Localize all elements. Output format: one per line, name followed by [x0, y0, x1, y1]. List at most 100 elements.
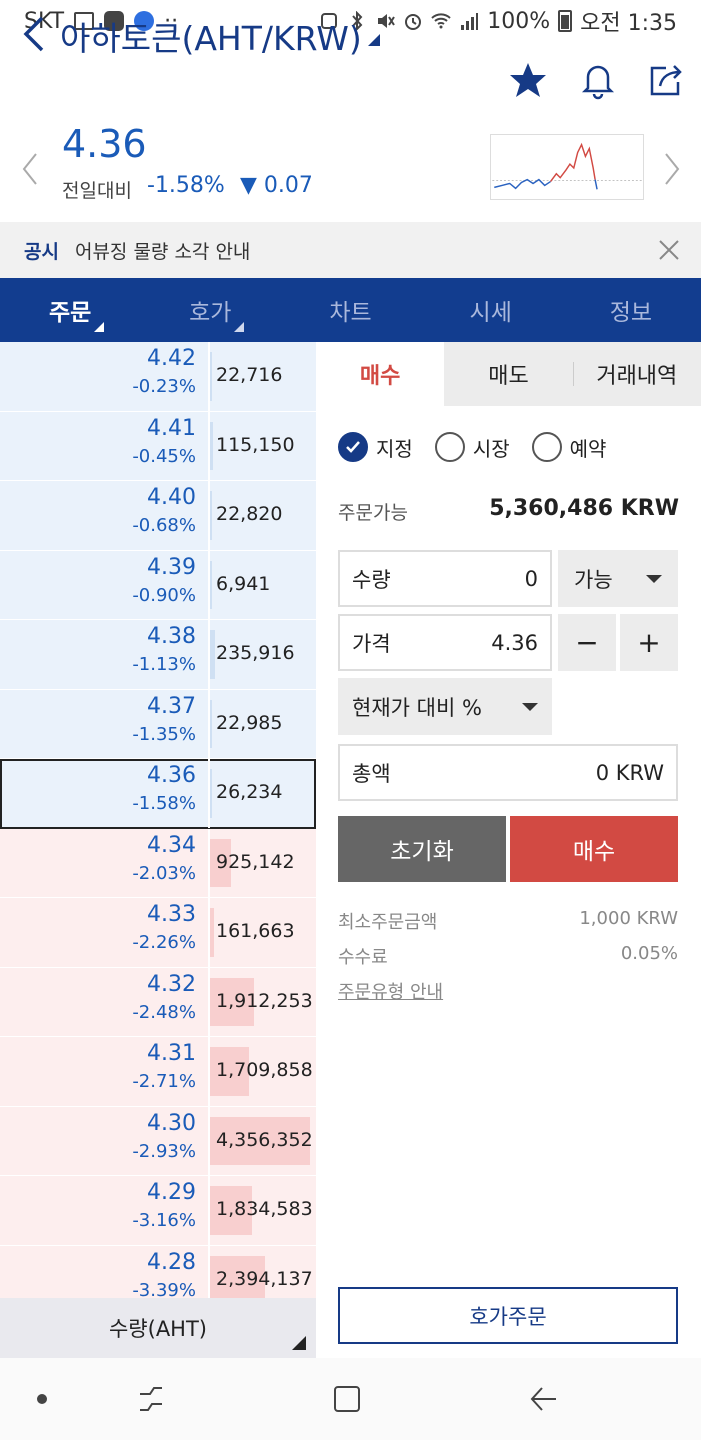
dot-icon[interactable] [27, 1384, 57, 1414]
percent-select[interactable]: 현재가 대비 % [338, 678, 552, 735]
orderbook-volume-cell[interactable]: 4,356,352 [210, 1107, 316, 1176]
orderbook-row[interactable]: 4.39 -0.90% 6,941 [0, 550, 316, 620]
fee-row: 수수료 0.05% [338, 943, 678, 968]
orderbook-volume-cell[interactable]: 1,834,583 [210, 1176, 316, 1245]
orderbook-row[interactable]: 4.42 -0.23% 22,716 [0, 342, 316, 412]
prev-coin-arrow-icon[interactable] [20, 152, 40, 186]
orderbook-volume-cell[interactable]: 6,941 [210, 551, 316, 620]
back-arrow-icon[interactable] [18, 14, 48, 54]
orderbook-price-cell[interactable]: 4.40 -0.68% [0, 481, 210, 550]
orderbook-volume-cell[interactable]: 161,663 [210, 898, 316, 967]
tab-order[interactable]: 주문 [0, 278, 140, 342]
wifi-icon [431, 13, 451, 29]
bell-icon[interactable] [578, 60, 618, 100]
radio-limit[interactable]: 지정 [338, 432, 413, 462]
orderbook-row[interactable]: 4.37 -1.35% 22,985 [0, 689, 316, 759]
radio-market[interactable]: 시장 [434, 432, 510, 462]
orderbook-price-cell[interactable]: 4.39 -0.90% [0, 550, 210, 619]
orderbook-price-cell[interactable]: 4.42 -0.23% [0, 342, 210, 411]
volume-depth-bar [210, 769, 212, 818]
orderbook-row[interactable]: 4.36 -1.58% 26,234 [0, 759, 316, 829]
orderbook-row[interactable]: 4.31 -2.71% 1,709,858 [0, 1037, 316, 1107]
quantity-field[interactable]: 수량 0 [338, 550, 552, 607]
recent-apps-icon[interactable] [136, 1384, 166, 1414]
available-value: 5,360,486 KRW [489, 496, 679, 521]
orderbook-price-cell[interactable]: 4.28 -3.39% [0, 1245, 210, 1298]
tab-buy[interactable]: 매수 [316, 342, 445, 406]
notice-banner[interactable]: 공시 어뷰징 물량 소각 안내 [0, 222, 701, 278]
orderbook-percent: -1.35% [132, 723, 196, 745]
buy-button[interactable]: 매수 [510, 816, 678, 882]
orderbook-row[interactable]: 4.38 -1.13% 235,916 [0, 620, 316, 690]
orderbook-volume: 1,834,583 [216, 1198, 313, 1220]
orderbook-row[interactable]: 4.41 -0.45% 115,150 [0, 411, 316, 481]
orderbook-volume-cell[interactable]: 115,150 [210, 412, 316, 481]
orderbook-row[interactable]: 4.34 -2.03% 925,142 [0, 828, 316, 898]
quantity-option-select[interactable]: 가능 [558, 550, 678, 607]
orderbook-price-cell[interactable]: 4.31 -2.71% [0, 1037, 210, 1106]
mini-price-chart[interactable] [490, 134, 644, 200]
orderbook-price-cell[interactable]: 4.36 -1.58% [0, 759, 210, 828]
radio-reserve[interactable]: 예약 [531, 432, 606, 462]
orderbook-row[interactable]: 4.40 -0.68% 22,820 [0, 481, 316, 551]
orderbook-volume: 115,150 [216, 433, 295, 456]
orderbook-price-cell[interactable]: 4.41 -0.45% [0, 411, 210, 480]
home-icon[interactable] [332, 1384, 362, 1414]
orderbook-percent: -0.68% [132, 515, 196, 536]
orderbook-volume-cell[interactable]: 22,716 [210, 342, 316, 411]
caret-down-icon [646, 574, 662, 583]
favorite-star-icon[interactable] [508, 60, 548, 100]
orderbook-price-cell[interactable]: 4.29 -3.16% [0, 1176, 210, 1245]
orderbook-price-cell[interactable]: 4.37 -1.35% [0, 689, 210, 758]
orderbook-row[interactable]: 4.33 -2.26% 161,663 [0, 898, 316, 968]
orderbook-volume-cell[interactable]: 1,912,253 [210, 968, 316, 1037]
orderbook-volume-cell[interactable]: 1,709,858 [210, 1037, 316, 1106]
orderbook-price-cell[interactable]: 4.33 -2.26% [0, 898, 210, 967]
corner-triangle-icon [292, 1336, 306, 1350]
tab-sell[interactable]: 매도 [444, 342, 572, 406]
orderbook-volume: 925,142 [216, 850, 295, 873]
tab-chart[interactable]: 차트 [280, 278, 420, 342]
reset-button[interactable]: 초기화 [338, 816, 506, 882]
orderbook-volume-cell[interactable]: 22,820 [210, 481, 316, 550]
checkmark-icon[interactable] [338, 432, 368, 462]
orderbook-volume-cell[interactable]: 2,394,137 [210, 1246, 316, 1298]
radio-circle-icon[interactable] [434, 432, 465, 462]
back-icon[interactable] [528, 1384, 558, 1414]
orderbook-row[interactable]: 4.32 -2.48% 1,912,253 [0, 967, 316, 1037]
share-icon[interactable] [646, 60, 686, 100]
total-field[interactable]: 총액 0 KRW [338, 744, 678, 801]
orderbook-price-cell[interactable]: 4.34 -2.03% [0, 828, 210, 897]
price-field[interactable]: 가격 4.36 [338, 614, 552, 671]
orderbook-volume-cell[interactable]: 22,985 [210, 690, 316, 759]
market-dropdown-icon[interactable] [368, 34, 380, 46]
orderbook-unit-selector[interactable]: 수량(AHT) [0, 1298, 316, 1358]
orderbook-volume-cell[interactable]: 235,916 [210, 620, 316, 689]
orderbook-price-cell[interactable]: 4.32 -2.48% [0, 967, 210, 1036]
orderbook-percent: -2.48% [132, 1001, 196, 1023]
orderbook-row[interactable]: 4.29 -3.16% 1,834,583 [0, 1176, 316, 1246]
caret-down-icon [522, 702, 538, 711]
orderbook-volume-cell[interactable]: 26,234 [210, 759, 316, 828]
close-icon[interactable] [657, 238, 681, 262]
tab-market-price[interactable]: 시세 [421, 278, 561, 342]
market-title[interactable]: 아하토큰(AHT/KRW) [60, 12, 362, 60]
radio-circle-icon[interactable] [531, 432, 562, 462]
orderbook-row[interactable]: 4.28 -3.39% 2,394,137 [0, 1245, 316, 1298]
tab-info[interactable]: 정보 [561, 278, 701, 342]
price-increase-button[interactable]: + [620, 614, 678, 671]
orderbook-price-cell[interactable]: 4.30 -2.93% [0, 1106, 210, 1175]
order-type-guide-link[interactable]: 주문유형 안내 [338, 978, 443, 1004]
price-decrease-button[interactable]: − [558, 614, 616, 671]
orderbook-price: 4.32 [147, 971, 196, 997]
orderbook-order-button[interactable]: 호가주문 [338, 1287, 678, 1344]
orderbook-volume-cell[interactable]: 925,142 [210, 829, 316, 898]
notice-message[interactable]: 어뷰징 물량 소각 안내 [75, 237, 250, 264]
orderbook-row[interactable]: 4.30 -2.93% 4,356,352 [0, 1106, 316, 1176]
orderbook-price: 4.29 [147, 1180, 196, 1205]
orderbook-unit-label: 수량(AHT) [108, 1317, 207, 1341]
orderbook-price-cell[interactable]: 4.38 -1.13% [0, 620, 210, 689]
tab-orderbook[interactable]: 호가 [140, 278, 280, 342]
tab-history[interactable]: 거래내역 [572, 342, 701, 406]
next-coin-arrow-icon[interactable] [662, 152, 682, 186]
